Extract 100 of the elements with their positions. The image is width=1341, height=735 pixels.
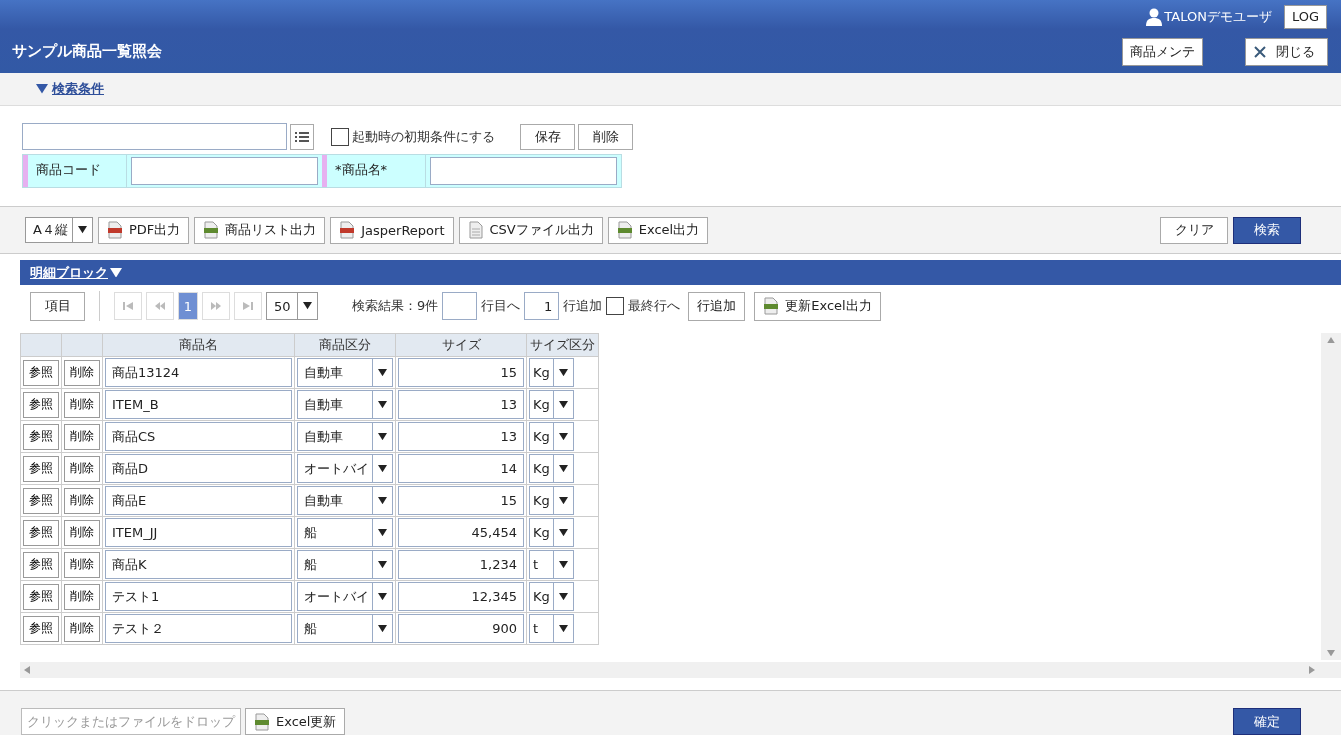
unit-select[interactable]: Kg: [529, 422, 574, 451]
header-cell: サイズ区分: [526, 333, 599, 357]
clear-button[interactable]: クリア: [1160, 216, 1228, 244]
delete-button[interactable]: 削除: [64, 551, 100, 578]
category-select[interactable]: 船: [297, 518, 393, 547]
delete-button[interactable]: 削除: [64, 391, 100, 418]
header-button[interactable]: 商品メンテ: [1122, 37, 1203, 66]
caret-icon: [559, 432, 568, 441]
caret-icon: [559, 624, 568, 633]
name-field[interactable]: ITEM_B: [105, 390, 292, 419]
input-field[interactable]: [430, 157, 617, 185]
size-field[interactable]: 13: [398, 390, 524, 419]
reference-button[interactable]: 参照: [23, 615, 59, 642]
delete-button[interactable]: 削除: [64, 487, 100, 514]
size-field[interactable]: 13: [398, 422, 524, 451]
name-field[interactable]: 商品CS: [105, 422, 292, 451]
delete-button[interactable]: 削除: [64, 455, 100, 482]
preset-field[interactable]: [22, 123, 287, 150]
input-field[interactable]: [131, 157, 318, 185]
list-button[interactable]: [290, 123, 314, 150]
category-select[interactable]: 自動車: [297, 358, 393, 387]
name-field[interactable]: 商品E: [105, 486, 292, 515]
unit-select[interactable]: Kg: [529, 486, 574, 515]
pager-arrow-icon: [154, 301, 166, 311]
add-count-field[interactable]: 1: [524, 292, 560, 320]
reference-button[interactable]: 参照: [23, 359, 59, 386]
scroll-up-icon: [1327, 337, 1335, 344]
category-select[interactable]: 船: [297, 550, 393, 579]
reference-button[interactable]: 参照: [23, 583, 59, 610]
excel-export-button[interactable]: 更新Excel出力: [754, 291, 881, 321]
size-field[interactable]: 15: [398, 358, 524, 387]
name-field[interactable]: 商品13124: [105, 358, 292, 387]
reference-button[interactable]: 参照: [23, 391, 59, 418]
export-button[interactable]: JasperReport: [330, 216, 454, 244]
columns-button[interactable]: 項目: [30, 291, 85, 321]
close-button[interactable]: 閉じる: [1245, 37, 1328, 66]
checkbox[interactable]: [606, 297, 625, 315]
name-field[interactable]: テスト２: [105, 614, 292, 643]
category-select[interactable]: 自動車: [297, 422, 393, 451]
last-page-button[interactable]: [234, 292, 262, 320]
unit-select[interactable]: Kg: [529, 454, 574, 483]
horizontal-scrollbar[interactable]: [20, 662, 1341, 678]
delete-button[interactable]: 削除: [64, 423, 100, 450]
search-button[interactable]: 検索: [1233, 216, 1301, 244]
log-button[interactable]: LOG: [1283, 4, 1327, 29]
size-field[interactable]: 45,454: [398, 518, 524, 547]
export-button[interactable]: CSVファイル出力: [458, 216, 603, 244]
caret-icon: [559, 400, 568, 409]
excel-update-button[interactable]: Excel更新: [245, 708, 346, 735]
reference-button[interactable]: 参照: [23, 455, 59, 482]
delete-button[interactable]: 削除: [64, 519, 100, 546]
vertical-scrollbar[interactable]: [1321, 333, 1341, 660]
file-icon: [339, 221, 356, 239]
name-field[interactable]: 商品D: [105, 454, 292, 483]
size-field[interactable]: 15: [398, 486, 524, 515]
unit-select[interactable]: Kg: [529, 390, 574, 419]
first-page-button[interactable]: [114, 292, 142, 320]
detail-toggle-link[interactable]: 明細ブロック: [30, 263, 108, 282]
category-select[interactable]: 自動車: [297, 390, 393, 419]
scroll-right-icon: [1309, 666, 1315, 674]
confirm-button[interactable]: 確定: [1233, 708, 1301, 735]
search-toggle-link[interactable]: 検索条件: [52, 80, 104, 98]
file-icon: [254, 712, 270, 731]
user-icon: [1146, 7, 1163, 26]
add-row-button[interactable]: 行追加: [688, 291, 746, 321]
unit-select[interactable]: Kg: [529, 582, 574, 611]
checkbox[interactable]: [331, 127, 349, 146]
size-field[interactable]: 12,345: [398, 582, 524, 611]
page-size-select[interactable]: 50: [266, 292, 318, 320]
caret-icon: [378, 400, 387, 409]
reference-button[interactable]: 参照: [23, 487, 59, 514]
goto-row-field[interactable]: [442, 292, 478, 320]
prev-page-button[interactable]: [146, 292, 174, 320]
delete-button[interactable]: 削除: [64, 359, 100, 386]
reference-button[interactable]: 参照: [23, 423, 59, 450]
form-button[interactable]: 削除: [578, 123, 633, 150]
unit-select[interactable]: Kg: [529, 358, 574, 387]
form-button[interactable]: 保存: [520, 123, 575, 150]
name-field[interactable]: テスト1: [105, 582, 292, 611]
unit-select[interactable]: Kg: [529, 518, 574, 547]
category-select[interactable]: オートバイ: [297, 582, 393, 611]
category-select[interactable]: オートバイ: [297, 454, 393, 483]
export-button[interactable]: 商品リスト出力: [194, 216, 326, 244]
category-select[interactable]: 自動車: [297, 486, 393, 515]
delete-button[interactable]: 削除: [64, 583, 100, 610]
reference-button[interactable]: 参照: [23, 519, 59, 546]
unit-select[interactable]: t: [529, 614, 574, 643]
size-field[interactable]: 900: [398, 614, 524, 643]
name-field[interactable]: 商品K: [105, 550, 292, 579]
paper-select[interactable]: A４縦: [25, 217, 93, 243]
export-button[interactable]: PDF出力: [97, 216, 190, 244]
category-select[interactable]: 船: [297, 614, 393, 643]
name-field[interactable]: ITEM_JJ: [105, 518, 292, 547]
unit-select[interactable]: t: [529, 550, 574, 579]
export-button[interactable]: Excel出力: [607, 216, 709, 244]
next-page-button[interactable]: [202, 292, 230, 320]
size-field[interactable]: 1,234: [398, 550, 524, 579]
reference-button[interactable]: 参照: [23, 551, 59, 578]
size-field[interactable]: 14: [398, 454, 524, 483]
delete-button[interactable]: 削除: [64, 615, 100, 642]
